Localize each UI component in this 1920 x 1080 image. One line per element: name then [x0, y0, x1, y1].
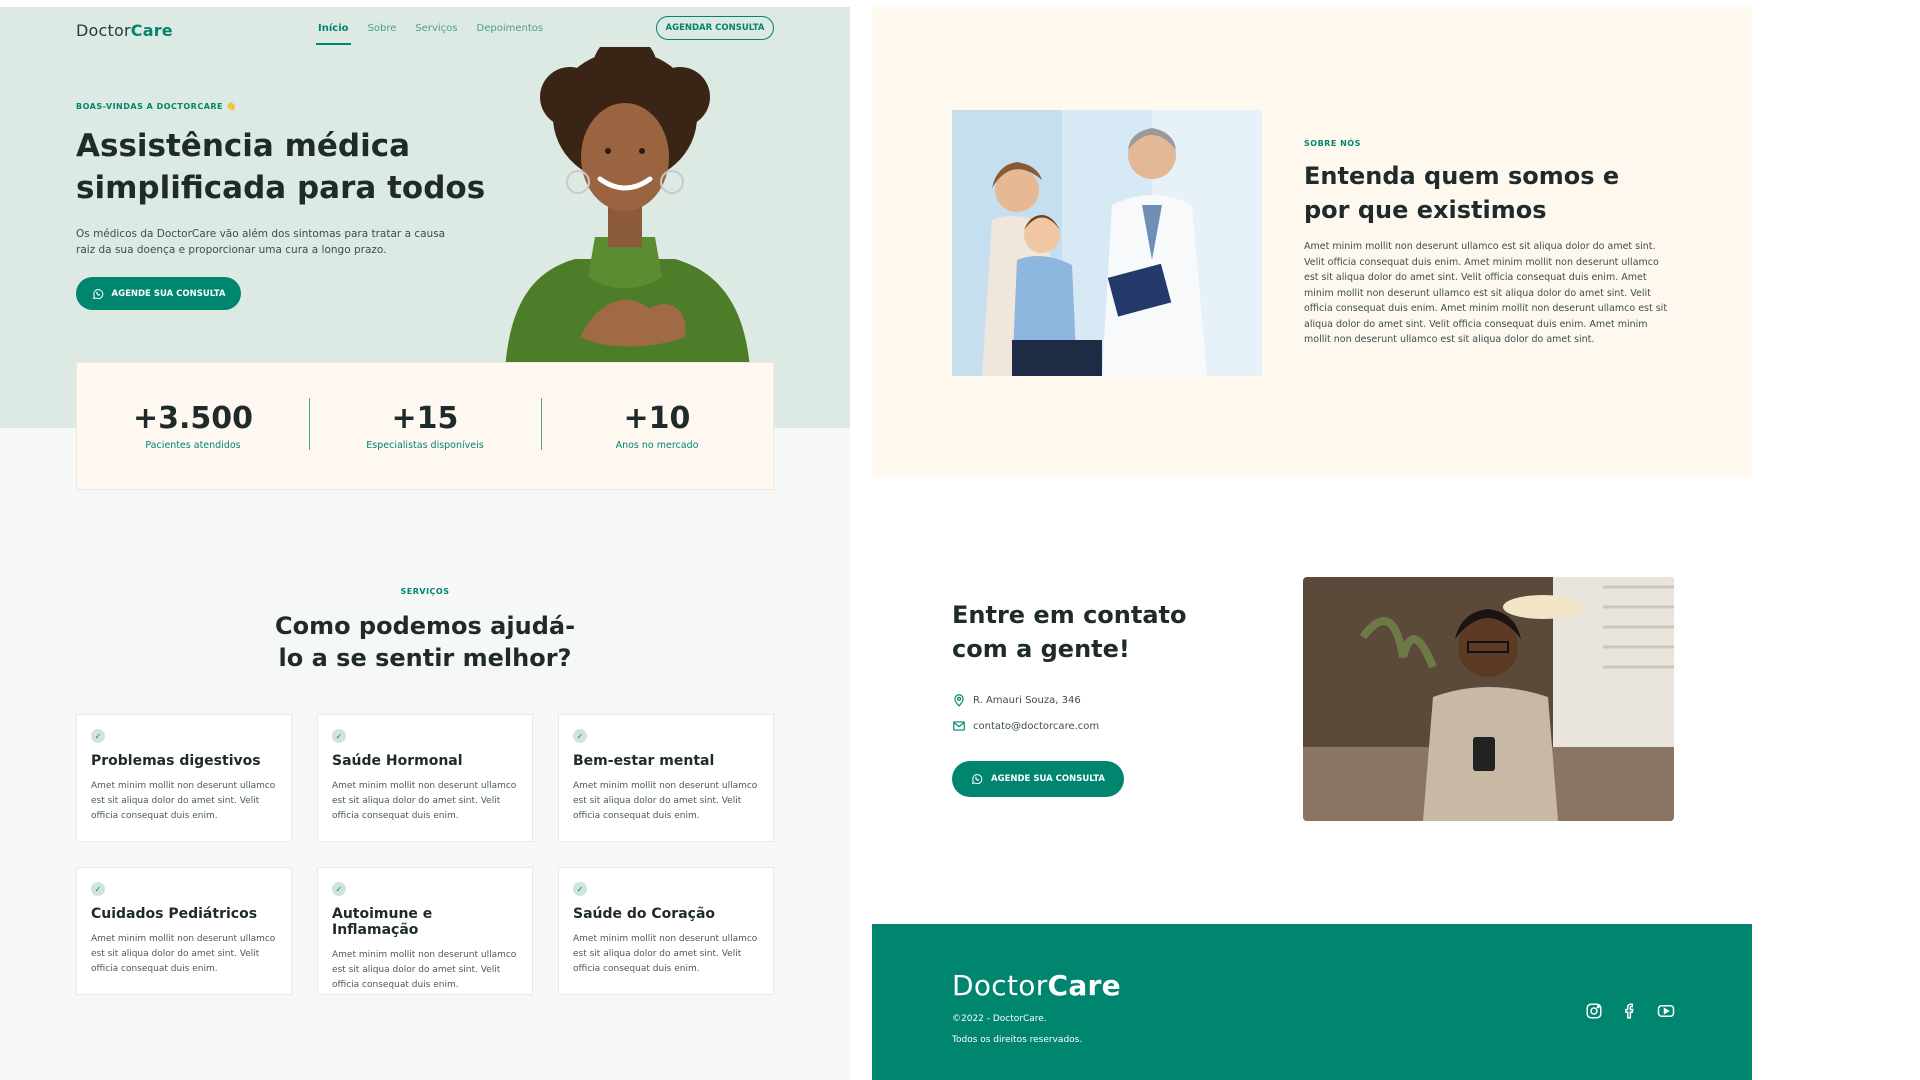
contact-email[interactable]: contato@doctorcare.com — [952, 719, 1099, 733]
contact-address: R. Amauri Souza, 346 — [952, 693, 1081, 707]
service-card[interactable]: ✓ Autoimune e Inflamação Amet minim moll… — [317, 867, 533, 995]
check-icon: ✓ — [332, 729, 346, 743]
stat-value: +10 — [623, 400, 691, 436]
hero-eyebrow: BOAS-VINDAS A DOCTORCARE 👋 — [76, 102, 237, 111]
about-eyebrow: SOBRE NÓS — [1304, 139, 1361, 148]
nav-item-servicos[interactable]: Serviços — [415, 23, 457, 34]
check-icon: ✓ — [573, 729, 587, 743]
instagram-icon[interactable] — [1585, 1002, 1603, 1020]
youtube-icon[interactable] — [1657, 1002, 1675, 1020]
facebook-icon[interactable] — [1621, 1002, 1639, 1020]
service-card-text: Amet minim mollit non deserunt ullamco e… — [91, 781, 276, 821]
about-section: SOBRE NÓS Entenda quem somos e por que e… — [872, 7, 1752, 477]
mail-icon — [953, 721, 965, 731]
service-card-title: Saúde do Coração — [573, 906, 716, 922]
footer: DoctorCare ©2022 - DoctorCare. Todos os … — [872, 924, 1752, 1080]
stats-panel: +3.500 Pacientes atendidos +15 Especiali… — [76, 362, 774, 490]
hero-schedule-button[interactable]: AGENDE SUA CONSULTA — [76, 277, 241, 310]
service-card[interactable]: ✓ Saúde Hormonal Amet minim mollit non d… — [317, 714, 533, 842]
hero-schedule-button-label: AGENDE SUA CONSULTA — [111, 288, 226, 299]
nav-item-sobre[interactable]: Sobre — [368, 23, 397, 34]
check-icon: ✓ — [573, 882, 587, 896]
service-card[interactable]: ✓ Bem-estar mental Amet minim mollit non… — [558, 714, 774, 842]
services-grid: ✓ Problemas digestivos Amet minim mollit… — [76, 714, 774, 995]
about-description: Amet minim mollit non deserunt ullamco e… — [1304, 241, 1668, 345]
nav-item-inicio[interactable]: Início — [316, 23, 350, 45]
hero-title: Assistência médica simplificada para tod… — [76, 128, 486, 206]
stat-label: Pacientes atendidos — [145, 439, 241, 451]
stat-label: Anos no mercado — [615, 439, 699, 451]
map-pin-icon — [954, 694, 964, 707]
landing-page-home: DoctorCare Início Sobre Serviços Depoime… — [0, 7, 850, 1080]
footer-rights: Todos os direitos reservados. — [952, 1035, 1083, 1045]
man-with-phone-image — [1303, 577, 1674, 821]
service-card[interactable]: ✓ Problemas digestivos Amet minim mollit… — [76, 714, 292, 842]
nav-item-depoimentos[interactable]: Depoimentos — [477, 23, 544, 34]
service-card-title: Bem-estar mental — [573, 753, 715, 769]
service-card-title: Cuidados Pediátricos — [91, 906, 258, 922]
stat-patients: +3.500 Pacientes atendidos — [77, 400, 309, 451]
footer-copyright: ©2022 - DoctorCare. — [952, 1014, 1047, 1024]
hero-description: Os médicos da DoctorCare vão além dos si… — [76, 228, 446, 256]
service-card-title: Problemas digestivos — [91, 753, 261, 769]
service-card-text: Amet minim mollit non deserunt ullamco e… — [332, 950, 517, 990]
contact-title: Entre em contato com a gente! — [952, 601, 1187, 663]
hero-woman-image — [505, 47, 750, 369]
stat-label: Especialistas disponíveis — [366, 439, 484, 451]
services-title: Como podemos ajudá-lo a se sentir melhor… — [274, 612, 576, 672]
service-card-title: Autoimune e Inflamação — [332, 906, 433, 938]
service-card[interactable]: ✓ Saúde do Coração Amet minim mollit non… — [558, 867, 774, 995]
check-icon: ✓ — [91, 729, 105, 743]
service-card-text: Amet minim mollit non deserunt ullamco e… — [573, 781, 758, 821]
contact-email-text: contato@doctorcare.com — [973, 720, 1100, 732]
service-card-text: Amet minim mollit non deserunt ullamco e… — [91, 934, 276, 974]
contact-schedule-button[interactable]: AGENDE SUA CONSULTA — [952, 761, 1124, 797]
about-title: Entenda quem somos e por que existimos — [1304, 162, 1620, 224]
schedule-appointment-button[interactable]: AGENDAR CONSULTA — [656, 16, 774, 40]
check-icon: ✓ — [332, 882, 346, 896]
service-card-text: Amet minim mollit non deserunt ullamco e… — [573, 934, 758, 974]
services-eyebrow: SERVIÇOS — [400, 587, 450, 596]
whatsapp-icon — [92, 288, 103, 299]
doctor-family-image — [952, 110, 1262, 376]
stat-specialists: +15 Especialistas disponíveis — [309, 397, 541, 451]
contact-address-text: R. Amauri Souza, 346 — [973, 694, 1081, 706]
stat-years: +10 Anos no mercado — [541, 397, 773, 451]
social-links — [1585, 1002, 1675, 1020]
service-card-text: Amet minim mollit non deserunt ullamco e… — [332, 781, 517, 821]
contact-schedule-button-label: AGENDE SUA CONSULTA — [991, 774, 1105, 784]
main-nav: Início Sobre Serviços Depoimentos — [316, 23, 544, 45]
service-card-title: Saúde Hormonal — [332, 753, 463, 769]
stat-value: +3.500 — [132, 400, 254, 436]
whatsapp-icon — [971, 774, 983, 785]
stat-value: +15 — [391, 400, 459, 436]
check-icon: ✓ — [91, 882, 105, 896]
service-card[interactable]: ✓ Cuidados Pediátricos Amet minim mollit… — [76, 867, 292, 995]
footer-logo[interactable]: DoctorCare — [952, 969, 1121, 1002]
logo[interactable]: DoctorCare — [76, 21, 173, 40]
